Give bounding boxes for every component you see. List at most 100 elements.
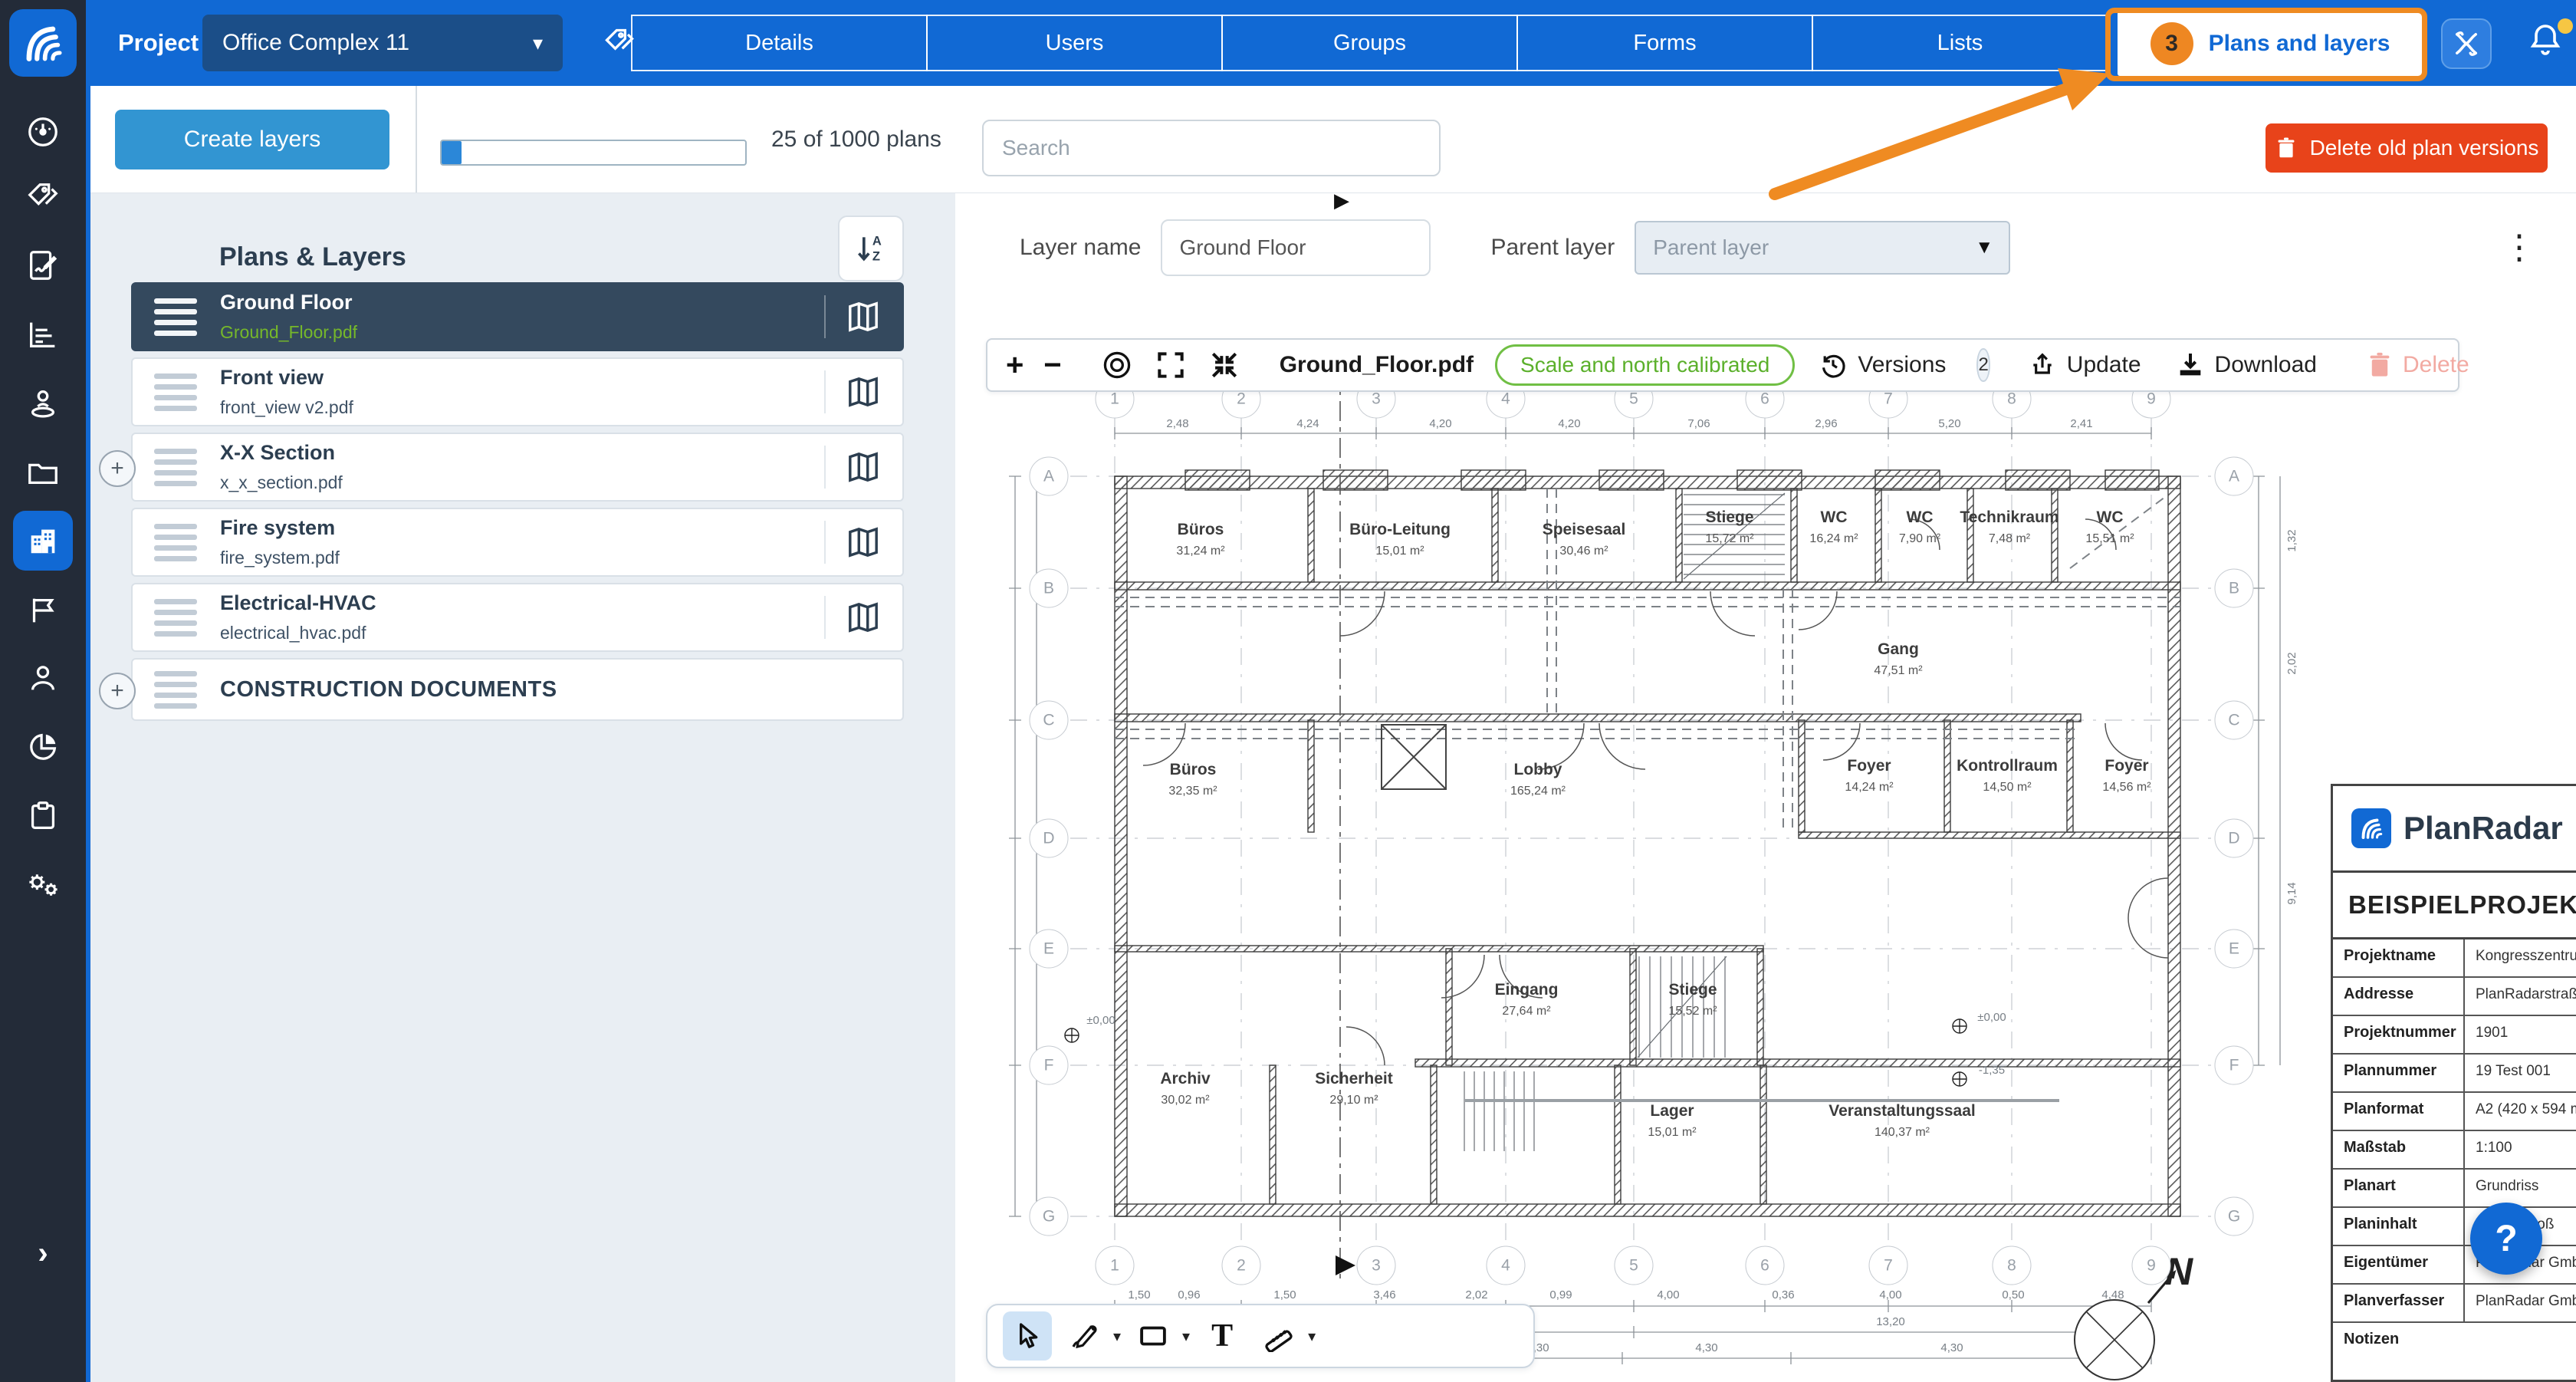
notifications-button[interactable]: [2527, 20, 2573, 66]
zoom-out-button[interactable]: −: [1043, 348, 1061, 383]
map-icon[interactable]: [846, 601, 881, 633]
delete-old-plan-versions-label: Delete old plan versions: [2310, 136, 2539, 160]
pen-tool[interactable]: [1060, 1311, 1109, 1361]
svg-text:27,64 m²: 27,64 m²: [1502, 1005, 1551, 1018]
minus-icon: −: [1043, 348, 1061, 383]
sidebar-item-tasks[interactable]: [0, 786, 86, 846]
svg-text:30,46 m²: 30,46 m²: [1559, 545, 1608, 558]
parent-layer-select[interactable]: Parent layer ▼: [1635, 221, 2010, 275]
download-label: Download: [2215, 352, 2317, 378]
map-icon[interactable]: [846, 301, 881, 333]
add-layer-button[interactable]: +: [99, 450, 136, 487]
create-layers-button[interactable]: Create layers: [115, 110, 389, 169]
integrations-button[interactable]: [2441, 18, 2492, 69]
svg-text:8: 8: [2007, 1257, 2016, 1275]
svg-text:0,99: 0,99: [1549, 1288, 1572, 1301]
update-plan-button[interactable]: Update: [2027, 350, 2141, 380]
sidebar-item-user-locations[interactable]: [0, 373, 86, 433]
download-icon: [2175, 350, 2206, 380]
plan-filename: front_view v2.pdf: [220, 397, 353, 418]
clipboard-icon: [25, 798, 61, 834]
measure-tool[interactable]: [1254, 1311, 1303, 1361]
svg-text:Archiv: Archiv: [1160, 1070, 1211, 1088]
drag-handle-icon[interactable]: [154, 449, 197, 486]
versions-button[interactable]: Versions: [1818, 350, 1946, 380]
shape-tool[interactable]: [1129, 1311, 1178, 1361]
plan-list: Ground Floor Ground_Floor.pdf Front view…: [131, 282, 904, 727]
svg-text:165,24 m²: 165,24 m²: [1510, 785, 1566, 798]
tab-lists[interactable]: Lists: [1812, 15, 2108, 71]
tab-groups[interactable]: Groups: [1221, 15, 1518, 71]
zoom-in-button[interactable]: +: [1006, 348, 1024, 383]
plan-title: Front view: [220, 366, 353, 390]
plan-card-xx-section[interactable]: + X-X Section x_x_section.pdf: [131, 433, 904, 502]
titleblock-value: Kongresszentrum: [2463, 939, 2576, 976]
visibility-button[interactable]: [1100, 348, 1134, 382]
sidebar-item-reports[interactable]: [0, 717, 86, 777]
titleblock-label: Planart: [2333, 1170, 2463, 1206]
plan-card-fire-system[interactable]: Fire system fire_system.pdf: [131, 508, 904, 577]
plan-filename: fire_system.pdf: [220, 548, 340, 568]
tab-forms[interactable]: Forms: [1516, 15, 1813, 71]
delete-old-plan-versions-button[interactable]: Delete old plan versions: [2266, 123, 2548, 173]
parent-layer-value: Parent layer: [1653, 235, 1769, 260]
sidebar-collapse-toggle[interactable]: ›: [0, 1223, 86, 1283]
sidebar-item-documents[interactable]: [0, 443, 86, 502]
drag-handle-icon[interactable]: [154, 524, 197, 561]
help-button[interactable]: ?: [2470, 1203, 2542, 1275]
select-tool[interactable]: [1003, 1311, 1052, 1361]
project-dropdown[interactable]: Office Complex 11 ▾: [202, 15, 563, 71]
add-layer-button[interactable]: +: [99, 673, 136, 709]
map-icon[interactable]: [846, 376, 881, 408]
svg-text:4,00: 4,00: [1657, 1288, 1679, 1301]
target-icon: [1100, 348, 1134, 382]
plan-card-ground-floor[interactable]: Ground Floor Ground_Floor.pdf: [131, 282, 904, 351]
svg-text:Büros: Büros: [1170, 761, 1217, 778]
map-icon[interactable]: [846, 526, 881, 558]
chevron-down-icon[interactable]: ▾: [1113, 1327, 1121, 1346]
tab-users[interactable]: Users: [926, 15, 1223, 71]
delete-plan-button[interactable]: Delete: [2366, 350, 2469, 380]
drag-handle-icon[interactable]: [154, 599, 197, 637]
search-input[interactable]: [982, 120, 1441, 176]
plan-card-electrical-hvac[interactable]: Electrical-HVAC electrical_hvac.pdf: [131, 583, 904, 652]
download-plan-button[interactable]: Download: [2175, 350, 2317, 380]
layer-name-input[interactable]: [1161, 219, 1431, 276]
svg-text:A: A: [2229, 468, 2239, 485]
sidebar-item-forms[interactable]: [0, 235, 86, 295]
layer-menu-button[interactable]: ⋮: [2502, 231, 2536, 265]
fullscreen-button[interactable]: [1154, 348, 1188, 382]
drag-handle-icon[interactable]: [154, 373, 197, 411]
svg-text:WC: WC: [1821, 508, 1848, 526]
map-icon[interactable]: [846, 451, 881, 483]
gauge-icon: [25, 114, 61, 150]
sidebar-item-plans-active[interactable]: [0, 510, 86, 570]
svg-text:B: B: [2229, 580, 2239, 597]
chevron-down-icon[interactable]: ▾: [1308, 1327, 1316, 1346]
planradar-logo[interactable]: [9, 9, 77, 77]
sidebar-item-tags[interactable]: [0, 168, 86, 228]
sidebar-item-statistics[interactable]: [0, 304, 86, 364]
plan-card-front-view[interactable]: Front view front_view v2.pdf: [131, 357, 904, 426]
drag-handle-icon[interactable]: [154, 298, 197, 336]
step-badge: 3: [2150, 22, 2193, 65]
tab-plans-and-layers[interactable]: 3 Plans and layers: [2118, 12, 2423, 76]
svg-text:6: 6: [1760, 1257, 1769, 1275]
svg-text:A: A: [1043, 468, 1054, 485]
tab-details[interactable]: Details: [631, 15, 928, 71]
sidebar-item-flags[interactable]: [0, 581, 86, 640]
svg-text:3: 3: [1372, 390, 1381, 408]
chevron-down-icon[interactable]: ▾: [1182, 1327, 1190, 1346]
drag-handle-icon[interactable]: [154, 671, 197, 709]
ruler-icon: [1263, 1320, 1295, 1352]
sort-button[interactable]: A Z: [838, 216, 904, 281]
svg-text:2,96: 2,96: [1815, 417, 1837, 430]
update-label: Update: [2067, 352, 2141, 378]
folder-card-construction-documents[interactable]: + CONSTRUCTION DOCUMENTS: [131, 658, 904, 721]
text-tool[interactable]: T: [1198, 1311, 1247, 1361]
sidebar-item-settings[interactable]: [0, 855, 86, 915]
sidebar-item-contacts[interactable]: [0, 648, 86, 708]
sidebar-item-dashboard[interactable]: [0, 102, 86, 162]
fit-to-screen-button[interactable]: [1208, 348, 1241, 382]
titleblock-label: Planinhalt: [2333, 1208, 2463, 1245]
